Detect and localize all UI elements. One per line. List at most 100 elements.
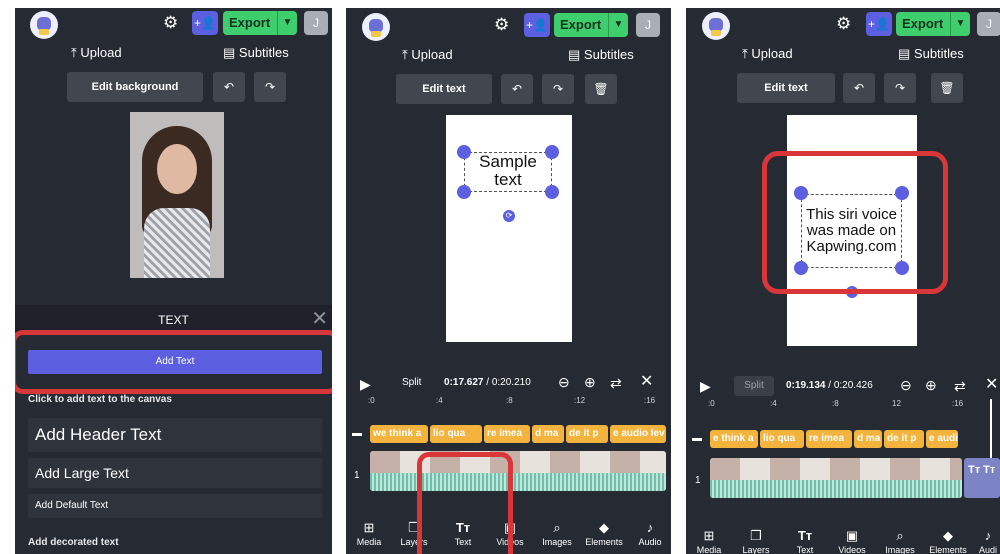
- chevron-down-icon[interactable]: ▼: [277, 11, 297, 35]
- add-header-text-option[interactable]: Add Header Text: [28, 418, 322, 452]
- video-thumbnails: [370, 451, 666, 473]
- subtitles-tab[interactable]: ▤ Subtitles: [568, 47, 634, 63]
- export-button[interactable]: Export ▼: [896, 12, 970, 36]
- sample-text[interactable]: Sample text: [464, 153, 552, 189]
- subtitle-clip[interactable]: lio qua: [430, 425, 482, 443]
- resize-handle[interactable]: [545, 145, 559, 159]
- avatar[interactable]: J: [977, 12, 1000, 36]
- nav-audio[interactable]: ♪ Audi: [976, 528, 1000, 554]
- close-timeline-icon[interactable]: ✕: [985, 377, 998, 393]
- resize-handle[interactable]: [545, 185, 559, 199]
- swap-icon[interactable]: ⇄: [610, 375, 622, 391]
- undo-button[interactable]: ↶: [843, 73, 875, 103]
- kapwing-logo[interactable]: [30, 11, 58, 39]
- undo-icon: ↶: [511, 82, 523, 96]
- nav-audio[interactable]: ♪ Audio: [634, 520, 666, 547]
- play-icon[interactable]: ▶: [700, 378, 711, 394]
- subtitle-clip[interactable]: re imea: [484, 425, 530, 443]
- edit-background-button[interactable]: Edit background: [67, 72, 203, 102]
- subtitles-icon: ▤: [568, 47, 581, 62]
- undo-icon: ↶: [853, 81, 865, 95]
- subtitles-tab[interactable]: ▤ Subtitles: [223, 45, 289, 61]
- redo-button[interactable]: ↷: [254, 72, 286, 102]
- zoom-in-icon[interactable]: ⊕: [925, 377, 937, 393]
- split-button[interactable]: Split: [402, 377, 421, 388]
- edit-text-button[interactable]: Edit text: [396, 74, 492, 104]
- gear-icon[interactable]: ⚙: [836, 14, 851, 34]
- canvas[interactable]: Sample text ⟳: [446, 115, 572, 342]
- share-button[interactable]: +👤: [866, 12, 892, 36]
- play-icon[interactable]: ▶: [360, 376, 371, 392]
- subtitle-clip[interactable]: re imea: [806, 430, 852, 448]
- share-button[interactable]: +👤: [524, 13, 550, 37]
- close-timeline-icon[interactable]: ✕: [640, 374, 653, 390]
- ruler-tick: :12: [574, 396, 586, 405]
- subtitles-icon: ▤: [898, 46, 911, 61]
- upload-tab[interactable]: ⤒ Upload: [402, 47, 453, 63]
- upload-label: Upload: [751, 46, 793, 61]
- resize-handle[interactable]: [457, 145, 471, 159]
- delete-button[interactable]: 🗑: [931, 73, 963, 103]
- nav-images[interactable]: ⌕ Images: [882, 528, 918, 554]
- track-label: 1: [695, 475, 701, 486]
- subtitle-clip[interactable]: we think a: [370, 425, 428, 443]
- avatar[interactable]: J: [304, 11, 328, 35]
- gear-icon[interactable]: ⚙: [163, 13, 178, 33]
- upload-tab[interactable]: ⤒ Upload: [742, 46, 793, 62]
- zoom-out-icon[interactable]: ⊖: [900, 377, 912, 393]
- kapwing-logo[interactable]: [702, 12, 730, 40]
- subtitle-clip[interactable]: de it p: [566, 425, 608, 443]
- close-icon[interactable]: ✕: [311, 306, 328, 331]
- face-shape: [157, 144, 197, 194]
- audio-waveform: [710, 480, 962, 498]
- resize-handle[interactable]: [457, 185, 471, 199]
- chevron-down-icon[interactable]: ▼: [950, 12, 970, 36]
- add-default-text-option[interactable]: Add Default Text: [28, 494, 322, 518]
- text-header: TEXT: [158, 313, 189, 327]
- zoom-in-icon[interactable]: ⊕: [584, 374, 596, 390]
- upload-tab[interactable]: ⤒ Upload: [71, 45, 122, 61]
- media-icon: ⊞: [703, 528, 715, 543]
- timecode: 0:19.134 / 0:20.426: [786, 380, 873, 391]
- add-large-text-option[interactable]: Add Large Text: [28, 458, 322, 488]
- subtitle-clip[interactable]: e audio lev: [610, 425, 666, 443]
- nav-media[interactable]: ⊞ Media: [354, 520, 384, 547]
- delete-button[interactable]: 🗑: [585, 74, 617, 104]
- kapwing-logo[interactable]: [362, 13, 390, 41]
- share-button[interactable]: +👤: [192, 11, 218, 35]
- current-time: 0:17.627: [444, 377, 484, 388]
- nav-text[interactable]: Tт Text: [789, 528, 821, 554]
- subtitle-clip[interactable]: e audio le: [926, 430, 958, 448]
- subtitle-clip[interactable]: lio qua: [760, 430, 804, 448]
- export-button[interactable]: Export ▼: [554, 13, 628, 37]
- nav-images[interactable]: ⌕ Images: [539, 520, 575, 547]
- split-button[interactable]: Split: [734, 376, 774, 396]
- nav-videos[interactable]: ▣ Videos: [834, 528, 870, 554]
- export-button[interactable]: Export ▼: [223, 11, 297, 35]
- nav-elements[interactable]: ◆ Elements: [926, 528, 970, 554]
- text-track-clip[interactable]: Tт Tт: [964, 458, 1000, 498]
- redo-button[interactable]: ↷: [542, 74, 574, 104]
- avatar[interactable]: J: [636, 13, 660, 37]
- nav-media[interactable]: ⊞ Media: [694, 528, 724, 554]
- edit-text-button[interactable]: Edit text: [737, 73, 835, 103]
- ruler-tick: :0: [708, 399, 715, 408]
- nav-layers[interactable]: ❐ Layers: [740, 528, 772, 554]
- rotate-icon[interactable]: ⟳: [503, 210, 515, 222]
- subtitle-clip[interactable]: d ma: [532, 425, 564, 443]
- undo-button[interactable]: ↶: [213, 72, 245, 102]
- swap-icon[interactable]: ⇄: [954, 378, 966, 394]
- subtitles-tab[interactable]: ▤ Subtitles: [898, 46, 964, 62]
- video-preview[interactable]: [130, 112, 224, 278]
- subtitle-clip[interactable]: d ma: [854, 430, 882, 448]
- nav-elements[interactable]: ◆ Elements: [582, 520, 626, 547]
- gear-icon[interactable]: ⚙: [494, 15, 509, 35]
- undo-button[interactable]: ↶: [501, 74, 533, 104]
- subtitle-clip[interactable]: e think a: [710, 430, 758, 448]
- subtitle-clip[interactable]: de it p: [884, 430, 924, 448]
- chevron-down-icon[interactable]: ▼: [608, 13, 628, 37]
- redo-button[interactable]: ↷: [884, 73, 916, 103]
- zoom-out-icon[interactable]: ⊖: [558, 374, 570, 390]
- video-track-clip[interactable]: [370, 451, 666, 491]
- video-track-clip[interactable]: [710, 458, 962, 498]
